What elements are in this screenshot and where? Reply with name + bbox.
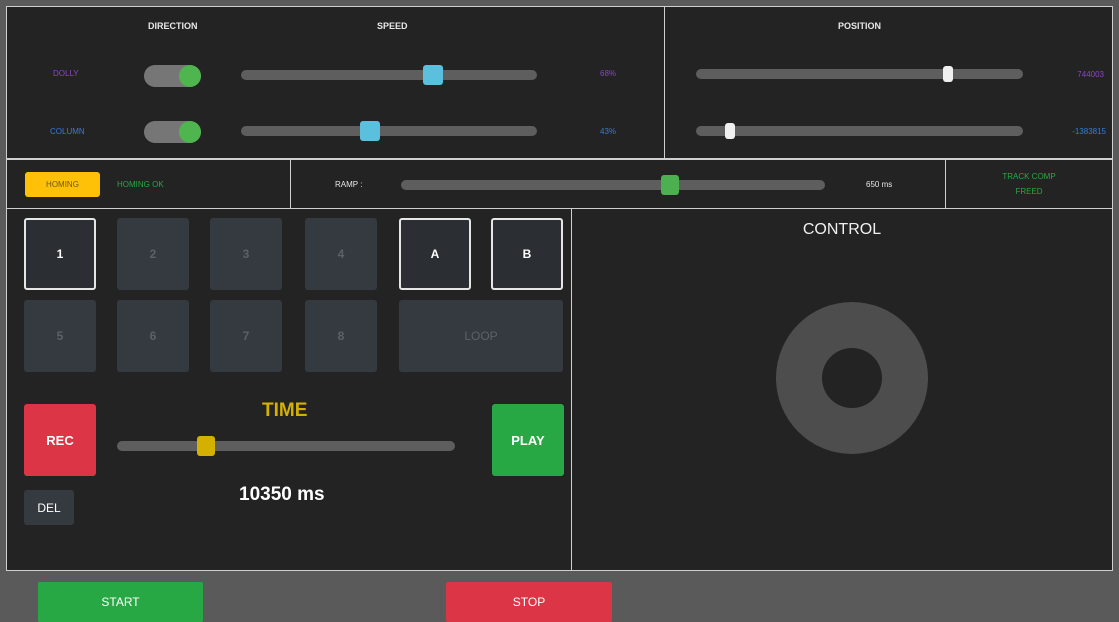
track-comp-panel: TRACK COMP FREED [945, 159, 1113, 209]
speed-panel: DIRECTION SPEED DOLLY 68% COLUMN 43% [6, 6, 665, 159]
homing-button[interactable]: HOMING [25, 172, 100, 197]
pad-b[interactable]: B [491, 218, 563, 290]
ramp-panel: RAMP : 650 ms [290, 159, 946, 209]
ramp-value: 650 ms [866, 180, 893, 189]
homing-panel: HOMING HOMING OK [6, 159, 291, 209]
ramp-slider[interactable] [401, 175, 825, 195]
pad-4[interactable]: 4 [305, 218, 377, 290]
ramp-label: RAMP : [335, 180, 363, 189]
loop-button[interactable]: LOOP [399, 300, 563, 372]
stop-button[interactable]: STOP [446, 582, 612, 622]
track-comp-label: TRACK COMP [1002, 172, 1056, 181]
pad-6[interactable]: 6 [117, 300, 189, 372]
column-speed-thumb[interactable] [360, 121, 380, 141]
dolly-position-value: 744003 [1077, 70, 1104, 79]
joystick[interactable] [776, 302, 928, 454]
dolly-speed-thumb[interactable] [423, 65, 443, 85]
time-slider[interactable] [117, 436, 455, 456]
pad-7[interactable]: 7 [210, 300, 282, 372]
rec-button[interactable]: REC [24, 404, 96, 476]
toggle-knob [179, 65, 201, 87]
pad-3[interactable]: 3 [210, 218, 282, 290]
pad-1[interactable]: 1 [24, 218, 96, 290]
play-button[interactable]: PLAY [492, 404, 564, 476]
dolly-speed-slider[interactable] [241, 65, 537, 85]
column-direction-toggle[interactable] [144, 121, 201, 143]
time-thumb[interactable] [197, 436, 215, 456]
pad-5[interactable]: 5 [24, 300, 96, 372]
direction-header: DIRECTION [148, 21, 198, 31]
dolly-position-slider[interactable] [696, 66, 1023, 82]
time-title: TIME [262, 400, 308, 421]
dolly-direction-toggle[interactable] [144, 65, 201, 87]
pad-8[interactable]: 8 [305, 300, 377, 372]
toggle-knob [179, 121, 201, 143]
dolly-label: DOLLY [53, 69, 79, 78]
del-button[interactable]: DEL [24, 490, 74, 525]
track-comp-status: FREED [1015, 187, 1043, 196]
dolly-speed-value: 68% [600, 69, 617, 78]
column-speed-value: 43% [600, 127, 617, 136]
joystick-knob[interactable] [822, 348, 882, 408]
position-header: POSITION [838, 21, 882, 31]
homing-status: HOMING OK [117, 180, 164, 189]
sequence-panel: 1 2 3 4 A B 5 6 7 8 LOOP REC TIME PLAY 1… [6, 208, 572, 571]
speed-header: SPEED [377, 21, 408, 31]
column-position-slider[interactable] [696, 123, 1023, 139]
control-panel: CONTROL [571, 208, 1113, 571]
time-value: 10350 ms [239, 484, 325, 505]
control-title: CONTROL [802, 221, 882, 238]
column-position-thumb[interactable] [725, 123, 735, 139]
pad-2[interactable]: 2 [117, 218, 189, 290]
dolly-position-thumb[interactable] [943, 66, 953, 82]
position-panel: POSITION 744003 -1383815 [664, 6, 1113, 159]
start-button[interactable]: START [38, 582, 203, 622]
ramp-thumb[interactable] [661, 175, 679, 195]
column-label: COLUMN [50, 127, 85, 136]
column-position-value: -1383815 [1072, 127, 1106, 136]
pad-a[interactable]: A [399, 218, 471, 290]
column-speed-slider[interactable] [241, 121, 537, 141]
